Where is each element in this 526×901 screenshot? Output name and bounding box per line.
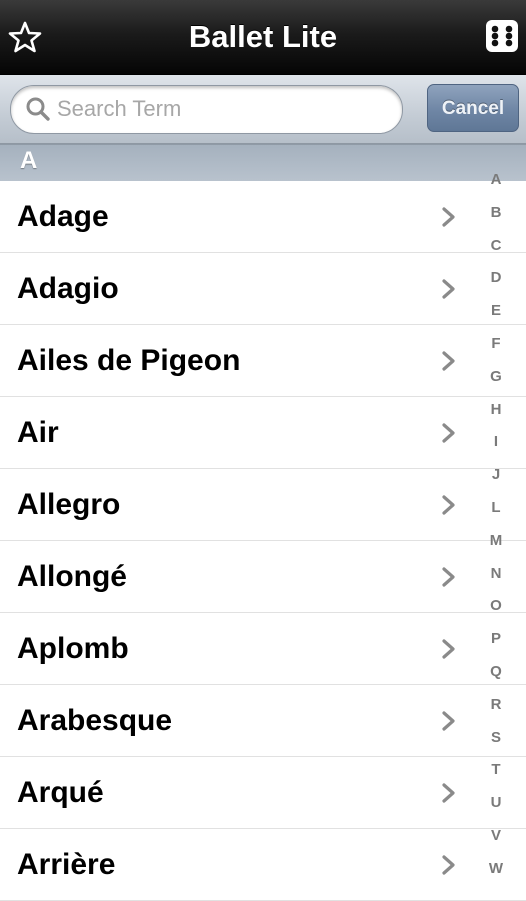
list-item[interactable]: Adage bbox=[0, 181, 526, 253]
index-letter[interactable]: E bbox=[478, 295, 514, 328]
list-item[interactable]: Adagio bbox=[0, 253, 526, 325]
chevron-right-icon bbox=[442, 783, 455, 803]
grid-menu-icon[interactable] bbox=[484, 18, 520, 54]
list-item[interactable]: Allongé bbox=[0, 541, 526, 613]
list-item[interactable]: Arrière bbox=[0, 829, 526, 901]
list-item[interactable]: Aplomb bbox=[0, 613, 526, 685]
navigation-bar: Ballet Lite bbox=[0, 0, 526, 75]
search-icon bbox=[25, 96, 51, 122]
index-letter[interactable]: V bbox=[478, 820, 514, 853]
list-item[interactable]: Air bbox=[0, 397, 526, 469]
index-letter[interactable]: M bbox=[478, 525, 514, 558]
search-bar: Cancel bbox=[0, 75, 526, 144]
search-field[interactable] bbox=[10, 85, 403, 134]
search-input[interactable] bbox=[57, 92, 387, 126]
index-letter[interactable]: R bbox=[478, 689, 514, 722]
page-title: Ballet Lite bbox=[188, 19, 338, 54]
list-item-label: Arabesque bbox=[17, 704, 173, 737]
index-letter[interactable]: O bbox=[478, 590, 514, 623]
index-letter[interactable]: T bbox=[478, 754, 514, 787]
index-letter[interactable]: B bbox=[478, 197, 514, 230]
list-item[interactable]: Arqué bbox=[0, 757, 526, 829]
list-item-label: Allongé bbox=[17, 560, 127, 593]
chevron-right-icon bbox=[442, 423, 455, 443]
list-item-label: Arqué bbox=[17, 776, 104, 809]
chevron-right-icon bbox=[442, 711, 455, 731]
list-item[interactable]: Ailes de Pigeon bbox=[0, 325, 526, 397]
index-letter[interactable]: A bbox=[478, 164, 514, 197]
chevron-right-icon bbox=[442, 639, 455, 659]
list-item-label: Adage bbox=[17, 200, 109, 233]
index-letter[interactable]: F bbox=[478, 328, 514, 361]
term-list: Adage Adagio Ailes de Pigeon Air Allegro… bbox=[0, 181, 526, 901]
index-letter[interactable]: C bbox=[478, 230, 514, 263]
chevron-right-icon bbox=[442, 279, 455, 299]
list-item-label: Air bbox=[17, 416, 59, 449]
chevron-right-icon bbox=[442, 567, 455, 587]
section-header-label: A bbox=[20, 147, 38, 174]
alphabet-index[interactable]: A B C D E F G H I J L M N O P Q R S T U … bbox=[478, 164, 514, 886]
list-item-label: Ailes de Pigeon bbox=[17, 344, 241, 377]
index-letter[interactable]: G bbox=[478, 361, 514, 394]
index-letter[interactable]: H bbox=[478, 394, 514, 427]
index-letter[interactable]: P bbox=[478, 623, 514, 656]
index-letter[interactable]: U bbox=[478, 787, 514, 820]
chevron-right-icon bbox=[442, 495, 455, 515]
section-header: A bbox=[0, 144, 526, 181]
list-item-label: Arrière bbox=[17, 848, 116, 881]
index-letter[interactable]: D bbox=[478, 262, 514, 295]
index-letter[interactable]: J bbox=[478, 459, 514, 492]
list-item-label: Aplomb bbox=[17, 632, 129, 665]
index-letter[interactable]: L bbox=[478, 492, 514, 525]
chevron-right-icon bbox=[442, 207, 455, 227]
list-item-label: Allegro bbox=[17, 488, 121, 521]
index-letter[interactable]: Q bbox=[478, 656, 514, 689]
index-letter[interactable]: W bbox=[478, 853, 514, 886]
list-item-label: Adagio bbox=[17, 272, 119, 305]
index-letter[interactable]: N bbox=[478, 558, 514, 591]
chevron-right-icon bbox=[442, 351, 455, 371]
chevron-right-icon bbox=[442, 855, 455, 875]
list-item[interactable]: Allegro bbox=[0, 469, 526, 541]
index-letter[interactable]: S bbox=[478, 722, 514, 755]
list-item[interactable]: Arabesque bbox=[0, 685, 526, 757]
cancel-button[interactable]: Cancel bbox=[427, 84, 519, 132]
index-letter[interactable]: I bbox=[478, 426, 514, 459]
